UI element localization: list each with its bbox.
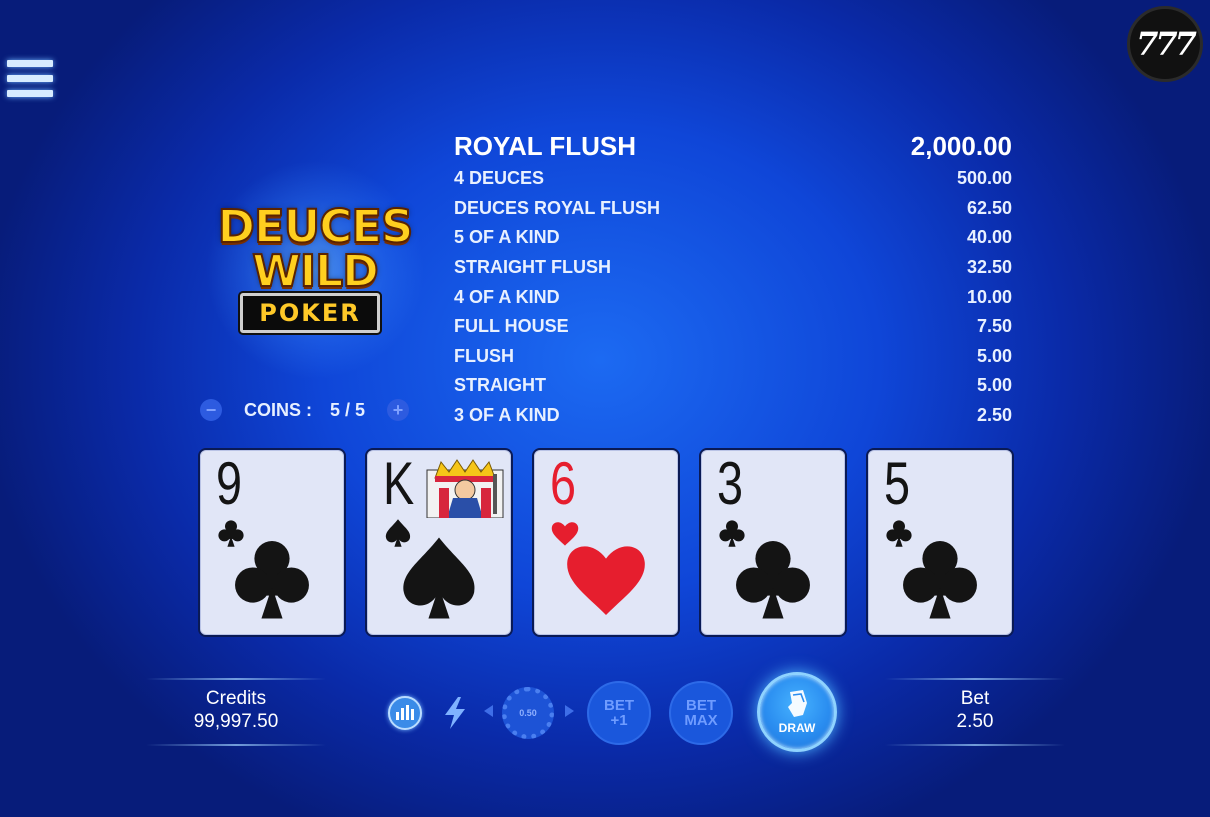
- card-rank: K: [383, 450, 414, 517]
- playing-card[interactable]: 6: [532, 448, 680, 637]
- bet-value: 2.50: [956, 711, 994, 732]
- brand-logo: 777: [1127, 6, 1203, 82]
- paytable-payout: 40.00: [966, 227, 1012, 248]
- plus-icon[interactable]: +: [387, 399, 410, 421]
- card-rank: 9: [216, 450, 242, 517]
- hand-icon: [788, 690, 807, 717]
- bet-max-sublabel: MAX: [684, 712, 718, 729]
- paytable-payout: 2,000.00: [910, 130, 1012, 161]
- chevron-right-icon[interactable]: [565, 705, 574, 717]
- coins-label: COINS :: [244, 399, 313, 420]
- paytable-row: FLUSH 5.00: [454, 342, 1012, 372]
- game-logo: DEUCES WILD POKER: [195, 160, 435, 380]
- paytable: ROYAL FLUSH 2,000.00 4 DEUCES 500.00 DEUCES …: [454, 128, 1012, 430]
- credits-display: Credits 99,997.50: [146, 678, 326, 746]
- bet-one-button[interactable]: BET +1: [587, 681, 651, 745]
- paytable-row: 5 OF A KIND 40.00: [454, 223, 1012, 253]
- paytable-hand: 3 OF A KIND: [454, 405, 560, 426]
- card-rank: 5: [884, 450, 910, 517]
- paytable-payout: 500.00: [956, 168, 1012, 189]
- playing-card[interactable]: 3: [699, 448, 847, 637]
- paytable-payout: 5.00: [976, 345, 1012, 366]
- playing-card[interactable]: K: [365, 448, 513, 637]
- logo-title-line2: WILD: [251, 245, 379, 298]
- credits-value: 99,997.50: [193, 711, 279, 732]
- clubs-icon: [903, 541, 977, 619]
- draw-button[interactable]: DRAW: [757, 672, 837, 752]
- paytable-hand: ROYAL FLUSH: [454, 130, 637, 161]
- paytable-hand: STRAIGHT FLUSH: [454, 257, 611, 278]
- coins-value: 5 / 5: [330, 399, 366, 420]
- spades-icon: [403, 537, 475, 619]
- chip-icon: 0.50: [502, 687, 554, 739]
- bet-one-sublabel: +1: [610, 712, 628, 729]
- coins-selector: − COINS : 5 / 5 +: [200, 398, 410, 422]
- chevron-left-icon[interactable]: [484, 705, 493, 717]
- bet-one-label: BET: [604, 697, 634, 714]
- logo-subtitle: POKER: [240, 293, 380, 333]
- paytable-row: 4 DEUCES 500.00: [454, 164, 1012, 194]
- king-face-icon: [426, 459, 504, 518]
- clubs-icon: [235, 541, 309, 619]
- paytable-row: STRAIGHT FLUSH 32.50: [454, 253, 1012, 283]
- paytable-payout: 7.50: [976, 316, 1012, 337]
- minus-icon[interactable]: −: [200, 399, 222, 421]
- stats-button[interactable]: [388, 696, 422, 730]
- menu-icon[interactable]: [7, 60, 53, 106]
- paytable-hand: 5 OF A KIND: [454, 227, 560, 248]
- bet-max-button[interactable]: BET MAX: [669, 681, 733, 745]
- paytable-hand: 4 DEUCES: [454, 168, 545, 189]
- card-rank: 3: [717, 450, 743, 517]
- paytable-row: ROYAL FLUSH 2,000.00: [454, 128, 1012, 164]
- bet-label: Bet: [960, 688, 990, 709]
- paytable-row: 3 OF A KIND 2.50: [454, 401, 1012, 431]
- playing-card[interactable]: 5: [866, 448, 1014, 637]
- paytable-hand: STRAIGHT: [454, 375, 546, 396]
- clubs-icon: [736, 541, 810, 619]
- lightning-icon[interactable]: [440, 696, 470, 730]
- paytable-payout: 2.50: [976, 405, 1012, 426]
- paytable-hand: FLUSH: [454, 345, 514, 366]
- chip-value: 0.50: [519, 708, 537, 718]
- paytable-payout: 5.00: [976, 375, 1012, 396]
- draw-label: DRAW: [778, 721, 816, 735]
- card-rank: 6: [550, 450, 576, 517]
- paytable-row: 4 OF A KIND 10.00: [454, 282, 1012, 312]
- card-hand: 9 K 6 3 5: [198, 448, 1014, 637]
- credits-label: Credits: [205, 688, 267, 709]
- paytable-payout: 10.00: [966, 286, 1012, 307]
- bet-display: Bet 2.50: [885, 678, 1065, 746]
- bet-max-label: BET: [686, 697, 716, 714]
- chip-selector[interactable]: 0.50: [482, 683, 576, 741]
- paytable-row: DEUCES ROYAL FLUSH 62.50: [454, 194, 1012, 224]
- paytable-row: STRAIGHT 5.00: [454, 371, 1012, 401]
- hearts-icon: [567, 546, 645, 615]
- paytable-hand: DEUCES ROYAL FLUSH: [454, 197, 661, 218]
- paytable-hand: FULL HOUSE: [454, 316, 569, 337]
- paytable-payout: 32.50: [966, 257, 1012, 278]
- playing-card[interactable]: 9: [198, 448, 346, 637]
- paytable-hand: 4 OF A KIND: [454, 286, 560, 307]
- paytable-payout: 62.50: [966, 197, 1012, 218]
- paytable-row: FULL HOUSE 7.50: [454, 312, 1012, 342]
